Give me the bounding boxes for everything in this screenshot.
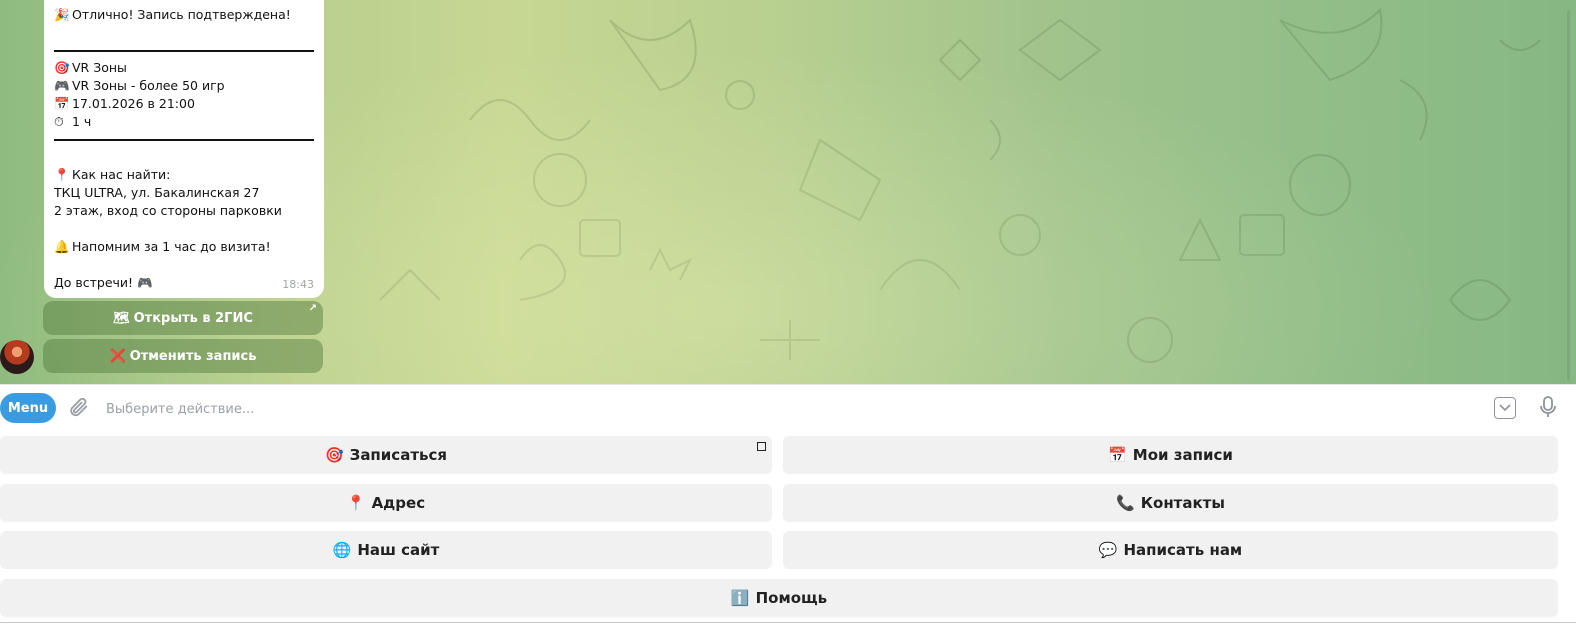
bell-icon: 🔔	[54, 239, 70, 254]
speech-bubble-icon: 💬	[1098, 541, 1118, 559]
write-us-button[interactable]: 💬 Написать нам	[783, 531, 1558, 569]
signup-button[interactable]: 🎯 Записаться	[0, 436, 772, 474]
attach-icon[interactable]	[66, 396, 90, 420]
pin-icon: 📍	[54, 167, 70, 182]
confirmation-message-bubble: 🎉 Отлично! Запись подтверждена! 🎯 VR Зоны …	[44, 0, 324, 298]
keyboard-toggle-icon[interactable]	[1494, 397, 1516, 419]
detail-duration-text: 1 ч	[72, 114, 92, 129]
help-button[interactable]: ℹ️ Помощь	[0, 579, 1558, 617]
reminder-text: Напомним за 1 час до визита!	[72, 239, 271, 254]
detail-duration: ⏱ 1 ч	[54, 113, 314, 131]
gamepad-icon: 🎮	[54, 78, 70, 93]
contacts-label: Контакты	[1140, 494, 1225, 512]
detail-service-text: VR Зоны	[72, 60, 127, 75]
reply-keyboard: 🎯 Записаться 📅 Мои записи 📍 Адрес 📞 Контакты…	[0, 430, 1576, 628]
gamepad-icon: 🎮	[137, 275, 153, 290]
help-label: Помощь	[755, 589, 828, 607]
open-2gis-button[interactable]: 🗺 Открыть в 2ГИС ↗	[43, 301, 323, 335]
my-bookings-button[interactable]: 📅 Мои записи	[783, 436, 1558, 474]
address-line-2: 2 этаж, вход со стороны парковки	[54, 203, 282, 218]
detail-description-text: VR Зоны - более 50 игр	[72, 78, 225, 93]
chat-scrollbar[interactable]	[1567, 10, 1570, 380]
bottom-divider	[0, 622, 1576, 623]
separator-line	[54, 139, 314, 141]
bot-avatar[interactable]	[0, 340, 34, 374]
contacts-button[interactable]: 📞 Контакты	[783, 484, 1558, 522]
address-button[interactable]: 📍 Адрес	[0, 484, 772, 522]
message-input-bar: Menu	[0, 384, 1576, 431]
menu-button[interactable]: Menu	[0, 393, 56, 423]
address-line-1: ТКЦ ULTRA, ул. Бакалинская 27	[54, 185, 260, 200]
webapp-icon	[757, 442, 766, 451]
detail-datetime: 📅 17.01.2026 в 21:00	[54, 95, 314, 113]
cancel-booking-button[interactable]: ❌ Отменить запись	[43, 339, 323, 373]
signup-label: Записаться	[349, 446, 448, 464]
target-icon: 🎯	[54, 60, 70, 75]
message-header-text: Отлично! Запись подтверждена!	[72, 7, 291, 22]
farewell-line: До встречи! 🎮	[54, 274, 314, 292]
farewell-text: До встречи!	[54, 275, 134, 290]
address-label: Адрес	[371, 494, 426, 512]
website-button[interactable]: 🌐 Наш сайт	[0, 531, 772, 569]
party-icon: 🎉	[54, 7, 70, 22]
calendar-icon: 📅	[54, 96, 70, 111]
calendar-icon: 📅	[1108, 446, 1127, 464]
open-2gis-label: Открыть в 2ГИС	[133, 310, 253, 326]
message-input[interactable]	[104, 395, 1488, 423]
info-icon: ℹ️	[730, 589, 750, 607]
phone-icon: 📞	[1116, 494, 1135, 512]
write-us-label: Написать нам	[1123, 541, 1243, 559]
location-title-text: Как нас найти:	[72, 167, 171, 182]
message-time: 18:43	[282, 278, 314, 291]
globe-icon: 🌐	[332, 541, 352, 559]
target-icon: 🎯	[324, 446, 344, 464]
message-header: 🎉 Отлично! Запись подтверждена!	[54, 6, 314, 24]
cross-icon: ❌	[109, 348, 126, 364]
external-link-icon: ↗	[308, 303, 317, 314]
stopwatch-icon: ⏱	[54, 114, 64, 129]
cancel-booking-label: Отменить запись	[129, 348, 257, 364]
location-title: 📍 Как нас найти:	[54, 166, 314, 184]
pin-icon: 📍	[346, 494, 366, 512]
detail-service: 🎯 VR Зоны	[54, 59, 314, 77]
reminder-line: 🔔 Напомним за 1 час до визита!	[54, 238, 314, 256]
detail-description: 🎮 VR Зоны - более 50 игр	[54, 77, 314, 95]
map-icon: 🗺	[113, 310, 130, 326]
separator-line	[54, 50, 314, 52]
website-label: Наш сайт	[357, 541, 440, 559]
my-bookings-label: Мои записи	[1132, 446, 1233, 464]
microphone-icon[interactable]	[1538, 396, 1558, 420]
detail-datetime-text: 17.01.2026 в 21:00	[72, 96, 195, 111]
